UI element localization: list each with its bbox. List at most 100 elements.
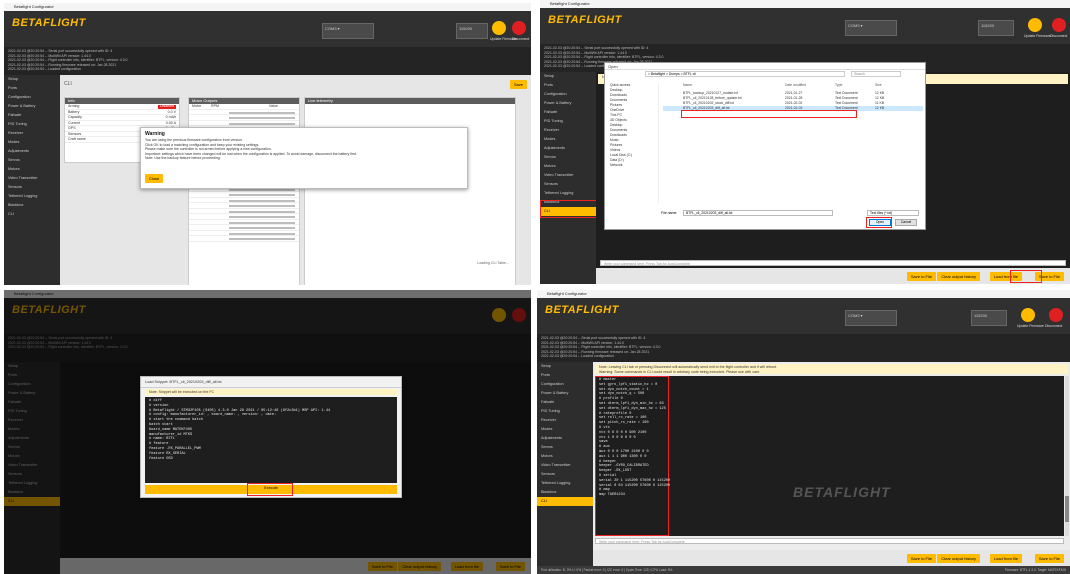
row-label: Capacity [68,115,82,119]
column-header[interactable]: Name [683,83,692,87]
sidebar-item[interactable]: Setup [540,72,596,81]
sidebar-item[interactable]: Servos [537,443,593,452]
path-bar[interactable]: > Betaflight > Dumps > BTFL cli [645,71,845,77]
sidebar-item[interactable]: PID Tuning [4,120,60,129]
sidebar-item[interactable]: Modes [540,135,596,144]
bottom-bar: Save to FileClear output historyLoad fro… [596,268,1070,284]
sidebar-item[interactable]: CLI [4,210,60,219]
command-input[interactable]: Write your command here. Press Tab for A… [600,260,1066,266]
port-selector[interactable]: COM3 ▾ [322,23,374,39]
betaflight-logo: BETAFLIGHT [545,304,619,316]
row-value: 0.00 A [165,120,176,125]
sidebar-item[interactable]: Sensors [537,470,593,479]
sidebar-item[interactable]: Receiver [4,129,60,138]
update-firmware-button[interactable] [1028,18,1042,32]
sidebar-item[interactable]: Video Transmitter [540,171,596,180]
sidebar-item[interactable]: Blackbox [537,488,593,497]
motor-bar [229,216,295,218]
sidebar-item[interactable]: Modes [4,138,60,147]
bottom-button[interactable]: Clear output history [937,554,980,563]
sidebar-item[interactable]: Video Transmitter [4,174,60,183]
sidebar-item[interactable]: Power & Battery [540,99,596,108]
command-input[interactable]: Write your command here. Press Tab for A… [595,538,1064,544]
highlight-execute-button [247,483,293,496]
sidebar-item[interactable]: Configuration [4,93,60,102]
sidebar-item[interactable]: Power & Battery [4,102,60,111]
sidebar-item[interactable]: Failsafe [4,111,60,120]
cli-warning-line: Warning: Some commands in CLI could resu… [599,369,761,374]
column-header[interactable]: Type [835,83,842,87]
sidebar-item[interactable]: Motors [537,452,593,461]
sidebar-item[interactable]: Adjustments [540,144,596,153]
sidebar-item[interactable]: PID Tuning [537,407,593,416]
log-area: 2021-02-03 @20:20:54 -- Serial port succ… [537,334,1070,362]
sidebar-item[interactable]: CLI [537,497,593,506]
betaflight-logo: BETAFLIGHT [12,17,86,29]
sidebar-item[interactable]: Adjustments [537,434,593,443]
row-label: Craft name [68,137,86,141]
save-button[interactable]: Save [509,80,527,89]
sidebar-item[interactable]: Receiver [537,416,593,425]
sidebar-item[interactable]: Servos [4,156,60,165]
disconnect-button[interactable] [512,21,526,35]
filename-input[interactable]: BTFL_cli_20210203_diff_all.txt [683,210,833,216]
sidebar-item[interactable]: Tethered Logging [4,192,60,201]
panel-cli-warning: Betaflight Configurator BETAFLIGHT COM3 … [4,3,531,285]
port-selector[interactable]: COM3 ▾ [845,310,897,326]
disconnect-button[interactable] [1049,308,1063,322]
column-header[interactable]: Date modified [785,83,806,87]
snippet-preview: # diff # version # Betaflight / STM32F405 … [145,397,397,483]
disconnect-button[interactable] [1052,18,1066,32]
highlight-selected-file [681,110,857,118]
dialog-close-button[interactable]: Close [145,174,164,183]
sidebar-item[interactable]: Receiver [540,126,596,135]
port-selector[interactable]: COM3 ▾ [845,20,897,36]
update-firmware-button[interactable] [1021,308,1035,322]
sidebar-item[interactable]: Failsafe [537,398,593,407]
sidebar-item[interactable]: Failsafe [540,108,596,117]
sidebar-item[interactable]: Adjustments [4,147,60,156]
sidebar-item[interactable]: Setup [537,362,593,371]
sidebar-item[interactable]: Power & Battery [537,389,593,398]
sidebar-item[interactable]: Configuration [540,90,596,99]
snippet-line: feature OSD [149,456,173,461]
file-type-select[interactable]: Text files (*.txt) [867,210,919,216]
column-header[interactable]: Size [875,83,882,87]
bottom-button[interactable]: Save to File [906,554,936,563]
sidebar-item[interactable]: Configuration [537,380,593,389]
sidebar-item[interactable]: Sensors [4,183,60,192]
sidebar-item[interactable]: Setup [4,75,60,84]
row-label: Current [68,120,80,125]
baud-selector[interactable]: 115200 [978,20,1014,36]
highlight-cli-tab [540,200,602,218]
sidebar-item[interactable]: Modes [537,425,593,434]
scrollbar[interactable] [1065,376,1069,536]
bottom-button[interactable]: Clear output history [937,272,980,281]
bottom-button[interactable]: Load from file [989,554,1022,563]
row-value: 0.0 V [167,109,176,114]
sidebar-item[interactable]: Motors [4,165,60,174]
cancel-button[interactable]: Cancel [895,219,917,226]
sidebar-item[interactable]: PID Tuning [540,117,596,126]
sidebar-item[interactable]: Tethered Logging [540,189,596,198]
nav-item[interactable]: Network [607,163,658,168]
sidebar-item[interactable]: Motors [540,162,596,171]
baud-selector[interactable]: 115200 [456,23,488,39]
bottom-button[interactable]: Save to File [906,272,936,281]
sidebar-item[interactable]: Video Transmitter [537,461,593,470]
window-titlebar: Betaflight Configurator [4,3,531,11]
sidebar-item[interactable]: Sensors [540,180,596,189]
sidebar-item[interactable]: Ports [540,81,596,90]
screenshot-grid: Betaflight Configurator BETAFLIGHT COM3 … [0,0,1070,574]
search-box[interactable]: Search [851,71,901,77]
bottom-button[interactable]: Save to File [1034,554,1064,563]
sidebar-item[interactable]: Ports [4,84,60,93]
sidebar-item[interactable]: Ports [537,371,593,380]
update-firmware-button[interactable] [492,21,506,35]
sidebar-item[interactable]: Blackbox [4,201,60,210]
sidebar-item[interactable]: Servos [540,153,596,162]
row-label: GPS [68,126,76,130]
baud-selector[interactable]: 115200 [971,310,1007,326]
sidebar-item[interactable]: Tethered Logging [537,479,593,488]
loading-label: Loading CLI Table... [477,261,509,265]
